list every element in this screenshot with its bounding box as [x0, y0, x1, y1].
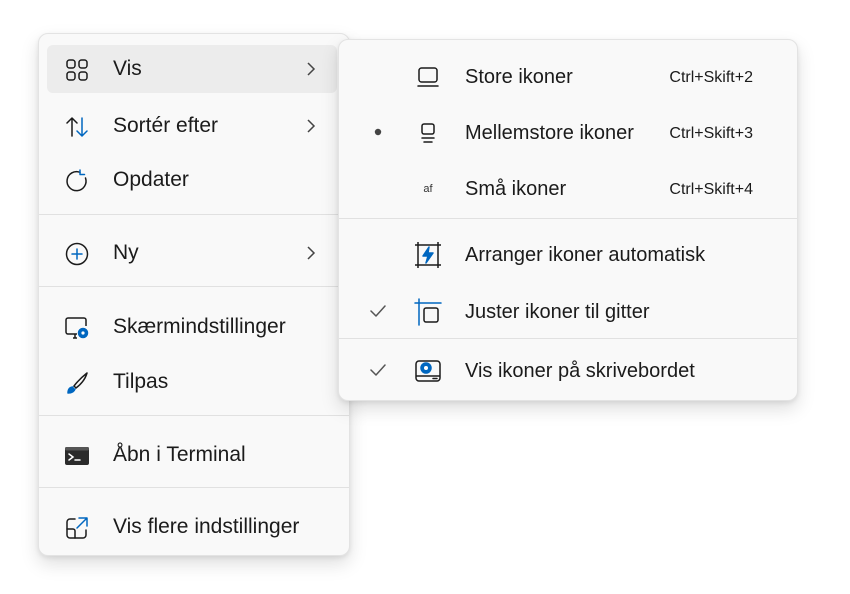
submenu-item-label: Vis ikoner på skrivebordet — [465, 360, 695, 382]
submenu-separator — [339, 338, 797, 339]
brush-icon — [64, 370, 90, 396]
keyboard-shortcut: Ctrl+Skift+3 — [669, 125, 753, 142]
submenu-item-large-icons[interactable]: Store ikoner Ctrl+Skift+2 — [345, 52, 791, 102]
submenu-item-label: Små ikoner — [465, 178, 567, 200]
menu-item-label: Vis flere indstillinger — [113, 515, 300, 538]
menu-item-label: Opdater — [113, 168, 189, 191]
menu-separator — [39, 214, 349, 215]
no-mark — [367, 65, 389, 87]
submenu-item-small-icons[interactable]: af Små ikoner Ctrl+Skift+4 — [345, 164, 791, 214]
checkmark-icon — [367, 359, 389, 381]
show-desktop-icons-icon — [413, 356, 443, 386]
submenu-item-label: Juster ikoner til gitter — [465, 301, 650, 323]
small-icons-icon-text: af — [423, 183, 433, 195]
menu-separator — [39, 415, 349, 416]
submenu-item-auto-arrange[interactable]: Arranger ikoner automatisk — [345, 230, 791, 280]
menu-item-personalize[interactable]: Tilpas — [47, 358, 337, 406]
chevron-right-icon — [303, 244, 319, 262]
menu-item-new[interactable]: Ny — [47, 229, 337, 277]
menu-item-label: Ny — [113, 241, 139, 264]
checkmark-icon — [367, 300, 389, 322]
desktop-context-menu: Vis Sortér efter Opdater Ny Skærmindstil… — [38, 33, 350, 556]
menu-item-open-terminal[interactable]: Åbn i Terminal — [47, 431, 337, 479]
keyboard-shortcut: Ctrl+Skift+2 — [669, 69, 753, 86]
submenu-item-align-to-grid[interactable]: Juster ikoner til gitter — [345, 287, 791, 337]
menu-item-label: Vis — [113, 57, 142, 80]
menu-item-label: Sortér efter — [113, 114, 219, 137]
menu-item-sort-by[interactable]: Sortér efter — [47, 102, 337, 150]
medium-icons-icon — [413, 118, 443, 148]
small-icons-icon: af — [413, 174, 443, 204]
menu-item-label: Tilpas — [113, 370, 169, 393]
menu-item-label: Skærmindstillinger — [113, 315, 286, 338]
menu-separator — [39, 286, 349, 287]
menu-item-refresh[interactable]: Opdater — [47, 156, 337, 204]
open-external-icon — [64, 515, 90, 541]
refresh-icon — [64, 168, 90, 194]
no-mark — [367, 177, 389, 199]
submenu-separator — [339, 218, 797, 219]
submenu-item-medium-icons[interactable]: Mellemstore ikoner Ctrl+Skift+3 — [345, 108, 791, 158]
no-mark — [367, 243, 389, 265]
terminal-icon — [64, 443, 90, 469]
add-circle-icon — [64, 241, 90, 267]
display-settings-icon — [64, 315, 90, 341]
menu-item-view[interactable]: Vis — [47, 45, 337, 93]
menu-separator — [39, 487, 349, 488]
sort-icon — [64, 114, 90, 140]
chevron-right-icon — [303, 117, 319, 135]
menu-item-show-more-options[interactable]: Vis flere indstillinger — [47, 503, 337, 551]
submenu-item-show-desktop-icons[interactable]: Vis ikoner på skrivebordet — [345, 346, 791, 396]
submenu-item-label: Mellemstore ikoner — [465, 122, 634, 144]
submenu-item-label: Store ikoner — [465, 66, 573, 88]
keyboard-shortcut: Ctrl+Skift+4 — [669, 181, 753, 198]
bullet-mark-icon — [367, 121, 389, 143]
menu-item-label: Åbn i Terminal — [113, 443, 246, 466]
desktop-context-menu-stage: Vis Sortér efter Opdater Ny Skærmindstil… — [0, 0, 850, 594]
grid-icon — [64, 57, 90, 83]
auto-arrange-icon — [413, 240, 443, 270]
menu-item-display-settings[interactable]: Skærmindstillinger — [47, 303, 337, 351]
large-icons-icon — [413, 62, 443, 92]
view-submenu: Store ikoner Ctrl+Skift+2 Mellemstore ik… — [338, 39, 798, 401]
chevron-right-icon — [303, 60, 319, 78]
align-grid-icon — [413, 297, 443, 327]
submenu-item-label: Arranger ikoner automatisk — [465, 244, 706, 266]
